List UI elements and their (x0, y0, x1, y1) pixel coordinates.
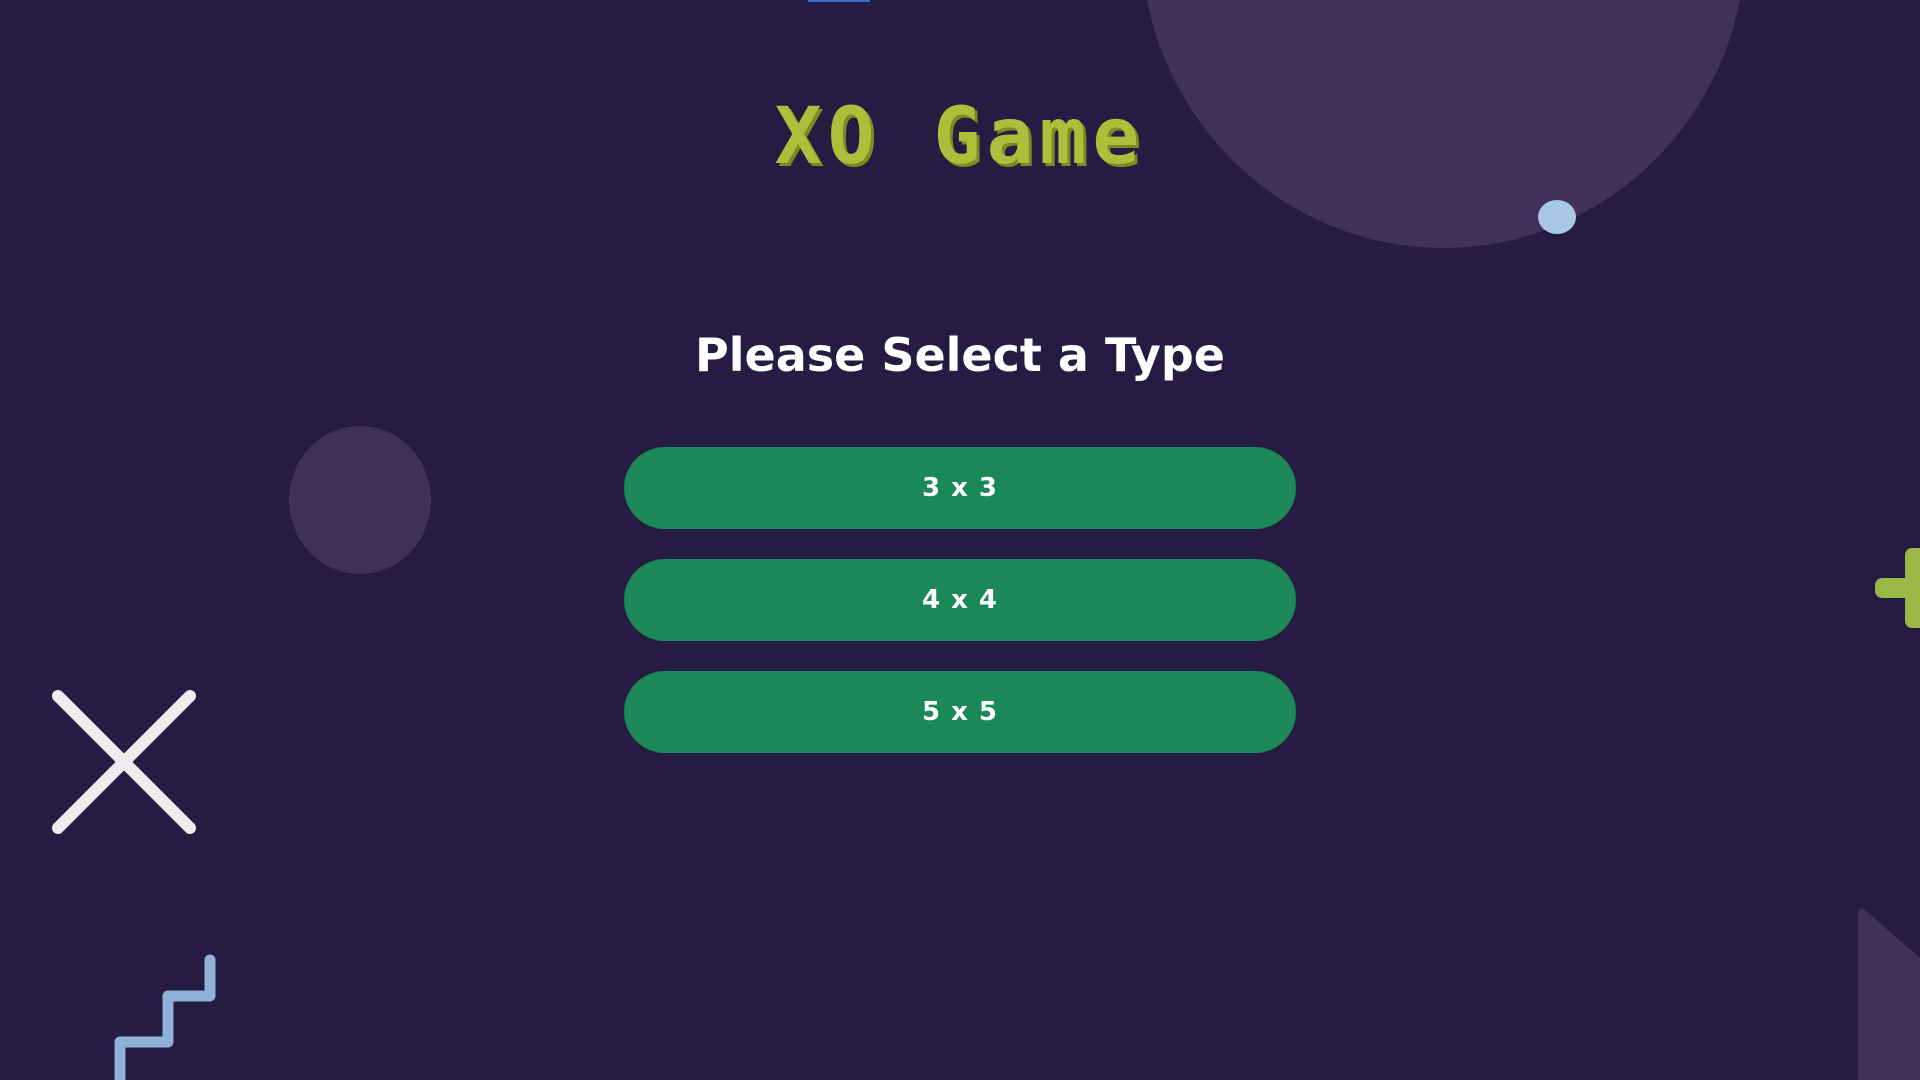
game-screen: XO Game Please Select a Type 3 x 3 4 x 4… (0, 0, 1920, 1080)
zigzag-line-icon (114, 954, 216, 1080)
x-mark-icon (52, 690, 196, 834)
board-type-options: 3 x 3 4 x 4 5 x 5 (624, 447, 1296, 783)
decor-dot (1538, 200, 1576, 234)
decor-triangle (1858, 908, 1920, 1080)
select-type-heading: Please Select a Type (695, 328, 1225, 382)
board-5x5-button[interactable]: 5 x 5 (624, 671, 1296, 753)
game-title: XO Game (774, 92, 1146, 182)
board-4x4-button[interactable]: 4 x 4 (624, 559, 1296, 641)
top-accent-bar (808, 0, 870, 2)
plus-shape-icon (1875, 548, 1920, 628)
board-3x3-button[interactable]: 3 x 3 (624, 447, 1296, 529)
decor-small-blob (289, 426, 431, 574)
